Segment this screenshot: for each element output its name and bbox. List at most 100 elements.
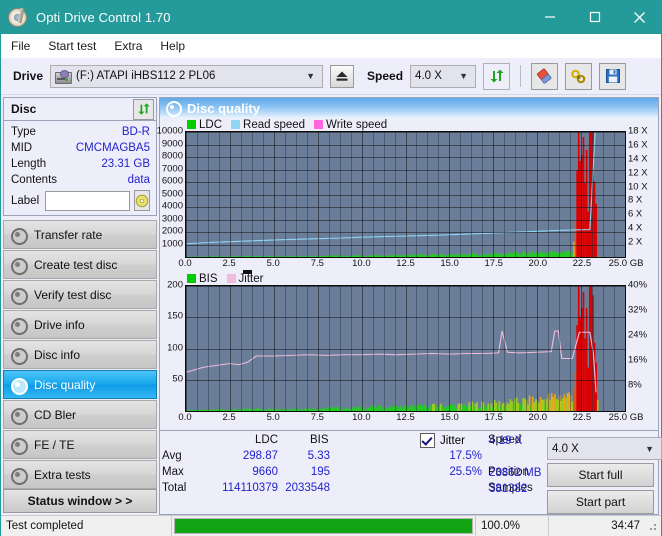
start-full-button[interactable]: Start full: [547, 463, 654, 487]
refresh-icon: [137, 102, 151, 116]
stats-total-ldc: 114110379: [180, 482, 278, 494]
legend-label-ldc: LDC: [199, 119, 222, 131]
sidebar-item-label: CD Bler: [34, 408, 76, 422]
y2-tick-label: 6 X: [628, 209, 642, 220]
sidebar-item-create-test-disc[interactable]: Create test disc: [3, 250, 157, 279]
disc-icon: [10, 257, 26, 273]
jitter-checkbox[interactable]: [420, 433, 435, 448]
progress-bar-fill: [175, 519, 472, 533]
legend-item-ldc: LDC: [187, 119, 222, 131]
grid-line-horizontal: [186, 132, 625, 133]
sidebar-item-transfer-rate[interactable]: Transfer rate: [3, 220, 157, 249]
grid-line-horizontal: [186, 170, 625, 171]
disc-icon: [10, 467, 26, 483]
grid-line-horizontal: [186, 317, 625, 318]
start-part-button[interactable]: Start part: [547, 490, 654, 514]
speed-select[interactable]: 4.0 X ▼: [410, 65, 476, 88]
top-chart-plot[interactable]: [185, 131, 626, 258]
x-tick-label: 7.5: [311, 412, 324, 423]
stats-max-ldc: 9660: [200, 466, 278, 478]
series-jitter: [186, 331, 596, 392]
grid-line-horizontal: [186, 207, 625, 208]
x-tick-label: 22.5: [573, 412, 592, 423]
legend-swatch-write-speed: [314, 120, 323, 129]
drive-select[interactable]: (F:) ATAPI iHBS112 2 PL06 ▼: [50, 65, 323, 88]
y-tick-label: 1000: [162, 238, 183, 249]
erase-button[interactable]: [531, 63, 558, 90]
test-speed-select[interactable]: 4.0 X ▼: [547, 437, 662, 460]
disc-label-input[interactable]: [45, 191, 130, 211]
toolbar-divider: [520, 65, 521, 87]
save-button[interactable]: [599, 63, 626, 90]
series-read-speed: [186, 132, 595, 244]
legend-item-jitter: Jitter: [227, 273, 264, 285]
test-speed-value: 4.0 X: [552, 443, 579, 455]
y-tick-label: 5000: [162, 188, 183, 199]
sidebar-item-disc-quality[interactable]: Disc quality: [3, 370, 157, 399]
top-chart-y2-axis: 18 X16 X14 X12 X10 X8 X6 X4 X2 X: [626, 131, 658, 258]
disc-length-value: 23.31 GB: [101, 158, 150, 170]
maximize-icon[interactable]: [572, 0, 617, 34]
sidebar-item-fe-te[interactable]: FE / TE: [3, 430, 157, 459]
grid-line-horizontal: [186, 245, 625, 246]
sidebar-item-disc-info[interactable]: Disc info: [3, 340, 157, 369]
status-window-button[interactable]: Status window > >: [3, 489, 157, 513]
minimize-icon[interactable]: [527, 0, 572, 34]
elapsed-time: 34:47: [548, 516, 645, 536]
y-tick-label: 100: [167, 342, 183, 353]
resize-grip-icon[interactable]: [645, 519, 659, 533]
close-icon[interactable]: [617, 0, 662, 34]
sidebar-item-label: Extra tests: [34, 468, 91, 482]
stats-col-ldc: LDC: [255, 434, 278, 446]
y-tick-label: 2000: [162, 226, 183, 237]
disc-mid-value: CMCMAGBA5: [76, 142, 150, 154]
disc-icon: [10, 347, 26, 363]
disc-icon: [10, 317, 26, 333]
eject-button[interactable]: [330, 65, 354, 88]
disc-refresh-button[interactable]: [133, 99, 154, 120]
x-tick-label: 17.5: [484, 258, 503, 269]
disc-panel-header: Disc: [4, 98, 156, 121]
eraser-icon: [536, 68, 553, 85]
jitter-checkbox-row[interactable]: Jitter: [420, 433, 465, 448]
stats-jitter-max: 25.5%: [420, 466, 482, 478]
disc-icon: [10, 407, 26, 423]
stats-avg-ldc: 298.87: [200, 450, 278, 462]
bottom-chart-y2-axis: 40%32%24%16%8%: [626, 285, 658, 412]
sidebar-item-drive-info[interactable]: Drive info: [3, 310, 157, 339]
x-tick-label: 15.0: [440, 258, 459, 269]
x-tick-label: 25.0 GB: [609, 258, 644, 269]
x-tick-label: 5.0: [267, 412, 280, 423]
sidebar-item-extra-tests[interactable]: Extra tests: [3, 460, 157, 489]
disc-contents-value: data: [128, 174, 150, 186]
disc-row-length: Length 23.31 GB: [11, 156, 150, 172]
stats-row-max: Max: [162, 466, 184, 478]
y2-tick-label: 10 X: [628, 181, 648, 192]
top-chart-y-axis: 1000090008000700060005000400030002000100…: [160, 131, 185, 258]
tools-button[interactable]: [565, 63, 592, 90]
menu-item-help[interactable]: Help: [160, 39, 185, 53]
drive-select-value: (F:) ATAPI iHBS112 2 PL06: [76, 70, 215, 82]
sidebar-item-verify-test-disc[interactable]: Verify test disc: [3, 280, 157, 309]
bottom-chart-plot[interactable]: [185, 285, 626, 412]
disc-quality-icon: [166, 101, 180, 115]
disc-panel-title: Disc: [11, 102, 36, 116]
nav-list: Transfer rate Create test disc Verify te…: [1, 220, 159, 489]
panel-header: Disc quality: [160, 98, 658, 118]
sidebar-item-cd-bler[interactable]: CD Bler: [3, 400, 157, 429]
y2-tick-label: 16 X: [628, 139, 648, 150]
x-tick-label: 20.0: [529, 258, 548, 269]
refresh-button[interactable]: [483, 63, 510, 90]
y2-tick-label: 24%: [628, 330, 647, 341]
x-tick-label: 2.5: [222, 258, 235, 269]
menu-bar: File Start test Extra Help: [1, 34, 661, 58]
y-tick-label: 150: [167, 311, 183, 322]
y-tick-label: 9000: [162, 138, 183, 149]
legend-swatch-jitter: [227, 274, 236, 283]
disc-icon: [8, 7, 28, 27]
menu-item-extra[interactable]: Extra: [114, 39, 142, 53]
menu-item-start-test[interactable]: Start test: [48, 39, 96, 53]
menu-item-file[interactable]: File: [11, 39, 30, 53]
disc-label-button[interactable]: [134, 190, 150, 211]
disc-info-panel: Disc Type BD-R: [3, 97, 157, 216]
